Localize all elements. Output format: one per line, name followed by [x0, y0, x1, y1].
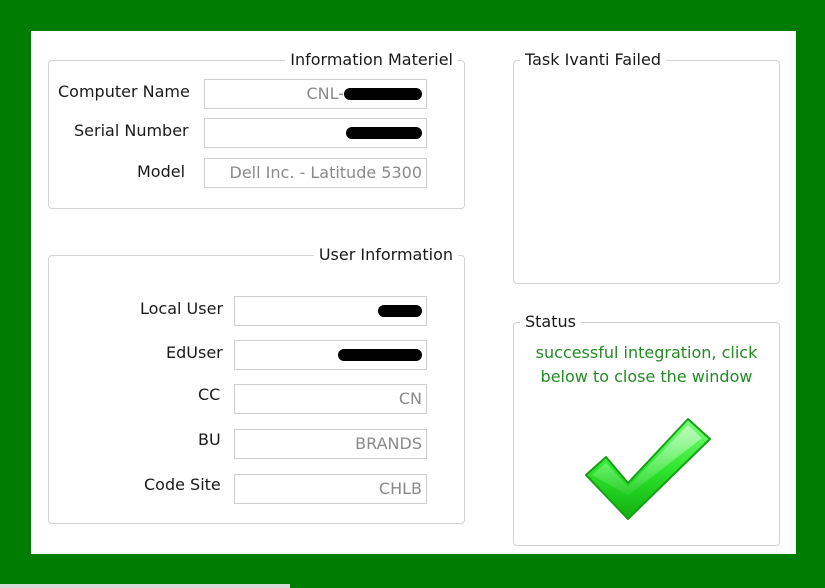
local-user-field[interactable] — [234, 296, 427, 326]
computer-name-value: CNL- — [306, 84, 344, 103]
computer-name-label: Computer Name — [58, 82, 190, 101]
serial-number-field[interactable] — [204, 118, 427, 148]
serial-number-label: Serial Number — [74, 121, 189, 140]
bottom-scroll-strip — [0, 584, 290, 588]
user-information-title: User Information — [313, 244, 458, 266]
task-ivanti-failed-group: Task Ivanti Failed — [513, 49, 780, 284]
computer-name-redaction — [344, 87, 422, 100]
status-message-line1: successful integration, click — [535, 343, 758, 362]
information-materiel-group: Information Materiel Computer Name CNL- … — [48, 49, 465, 209]
status-message-line2: below to close the window — [540, 367, 753, 386]
status-message: successful integration, click below to c… — [514, 341, 779, 389]
cc-field[interactable]: CN — [234, 384, 427, 414]
computer-name-field[interactable]: CNL- — [204, 79, 427, 109]
eduser-field[interactable] — [234, 340, 427, 370]
status-group: Status successful integration, click bel… — [513, 311, 780, 546]
user-information-group: User Information Local User EdUser CC CN… — [48, 244, 465, 524]
model-field[interactable]: Dell Inc. - Latitude 5300 — [204, 158, 427, 188]
status-title: Status — [520, 311, 581, 333]
cc-label: CC — [198, 385, 221, 404]
bu-field[interactable]: BRANDS — [234, 429, 427, 459]
serial-number-redaction — [346, 126, 422, 139]
close-checkmark-button[interactable] — [584, 415, 712, 523]
code-site-label: Code Site — [144, 475, 221, 494]
code-site-field[interactable]: CHLB — [234, 474, 427, 504]
model-label: Model — [137, 162, 186, 181]
eduser-label: EdUser — [166, 343, 223, 362]
local-user-label: Local User — [140, 299, 224, 318]
checkmark-icon — [585, 418, 711, 520]
bu-label: BU — [198, 430, 221, 449]
local-user-redaction — [378, 304, 422, 317]
eduser-redaction — [338, 348, 422, 361]
task-ivanti-failed-title: Task Ivanti Failed — [520, 49, 666, 71]
information-materiel-title: Information Materiel — [285, 49, 458, 71]
main-panel: Information Materiel Computer Name CNL- … — [31, 31, 796, 554]
